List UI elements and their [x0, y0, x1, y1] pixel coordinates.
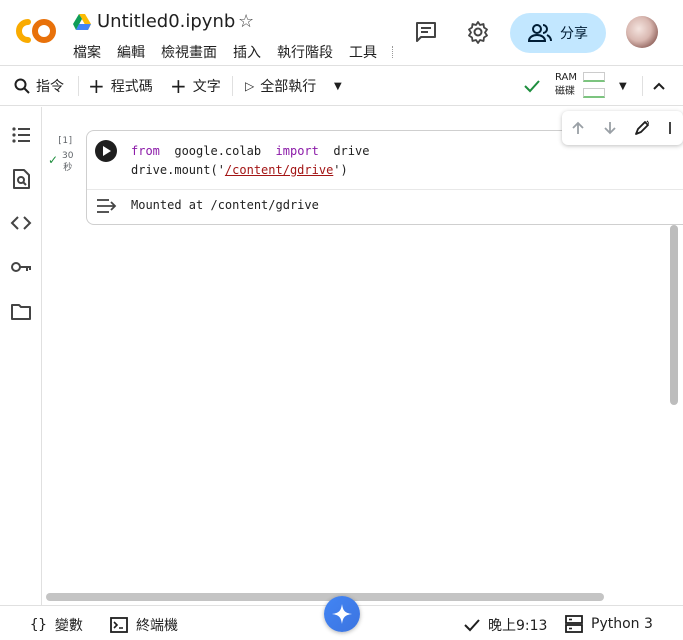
resource-monitor[interactable]: RAM 磁碟 — [555, 71, 577, 99]
execution-time-value: 30 — [62, 151, 74, 161]
braces-icon: {} — [30, 617, 47, 633]
arrow-up-icon[interactable] — [570, 120, 586, 136]
output-divider — [87, 189, 683, 190]
menu-runtime[interactable]: 執行階段 — [277, 42, 333, 62]
sparkle-icon — [332, 604, 352, 624]
run-cell-button[interactable] — [95, 140, 117, 162]
runtime-label: Python 3 — [591, 616, 653, 632]
execution-time: 30 秒 — [62, 150, 73, 174]
toolbar-divider — [78, 76, 79, 96]
variables-button[interactable]: {} 變數 — [30, 615, 83, 635]
ram-label: RAM — [555, 72, 578, 83]
code-editor[interactable]: from google.colab import drive drive.mou… — [131, 142, 369, 180]
check-icon: ✓ — [48, 153, 59, 167]
key-icon[interactable] — [10, 256, 32, 278]
toolbar: 指令 + 程式碼 + 文字 ▷ 全部執行 ▼ RAM 磁碟 ▼ — [0, 66, 683, 106]
code-module: google.colab — [174, 144, 262, 158]
text-label: 文字 — [192, 79, 221, 95]
list-icon[interactable] — [10, 124, 32, 146]
notebook-title[interactable]: Untitled0.ipynb — [97, 11, 235, 32]
code-keyword: from — [131, 144, 160, 158]
run-all-button[interactable]: ▷ 全部執行 — [245, 76, 316, 96]
chevron-down-icon: ▼ — [619, 80, 627, 92]
cell-output: Mounted at /content/gdrive — [131, 198, 319, 212]
execution-count: [1] — [57, 136, 74, 146]
header: Untitled0.ipynb ☆ 檔案 編輯 檢視畫面 插入 執行階段 工具 … — [0, 0, 683, 66]
disk-bar — [583, 88, 605, 98]
output-icon[interactable] — [95, 197, 117, 215]
colab-logo[interactable] — [14, 16, 58, 46]
avatar[interactable] — [626, 16, 658, 48]
toolbar-divider — [232, 76, 233, 96]
menu-file[interactable]: 檔案 — [73, 42, 101, 62]
variables-label: 變數 — [54, 618, 83, 634]
delete-icon[interactable] — [665, 120, 675, 136]
code-string: /content/gdrive — [224, 163, 334, 177]
disk-label: 磁碟 — [555, 86, 575, 97]
terminal-label: 終端機 — [136, 618, 178, 634]
terminal-icon — [110, 617, 128, 633]
status-bar: {} 變數 終端機 晚上9:13 Python 3 — [0, 596, 683, 640]
server-icon — [565, 615, 583, 633]
edit-icon[interactable] — [634, 120, 650, 136]
gear-icon[interactable] — [466, 20, 490, 44]
resource-dropdown[interactable]: ▼ — [619, 76, 627, 96]
code-label: 程式碼 — [110, 79, 153, 95]
menu-divider — [392, 46, 393, 58]
play-icon: ▷ — [245, 79, 255, 93]
menu-view[interactable]: 檢視畫面 — [161, 42, 217, 62]
collapse-header-button[interactable] — [652, 76, 666, 96]
vertical-scrollbar[interactable] — [670, 225, 678, 405]
code-keyword: import — [275, 144, 319, 158]
connected-status[interactable] — [524, 76, 540, 96]
notebook-area: [1] ✓ 30 秒 from google.colab import driv… — [42, 107, 683, 605]
chevron-up-icon — [653, 82, 665, 90]
plus-icon: + — [88, 74, 105, 98]
cell-toolbar — [562, 111, 683, 145]
ram-bar — [583, 72, 605, 82]
code-call-end: ') — [333, 163, 348, 177]
code-call: drive.mount(' — [131, 163, 225, 177]
terminal-button[interactable]: 終端機 — [110, 615, 178, 635]
run-all-label: 全部執行 — [260, 79, 317, 95]
saved-time: 晚上9:13 — [488, 618, 548, 634]
menu-edit[interactable]: 編輯 — [117, 42, 145, 62]
menu-insert[interactable]: 插入 — [233, 42, 261, 62]
chevron-down-icon: ▼ — [334, 80, 342, 92]
sidebar — [0, 107, 42, 605]
commands-button[interactable]: 指令 — [14, 76, 64, 96]
share-label: 分享 — [560, 26, 588, 42]
menu-bar: 檔案 編輯 檢視畫面 插入 執行階段 工具 — [73, 42, 393, 62]
find-icon[interactable] — [10, 168, 32, 190]
execution-time-unit: 秒 — [63, 163, 73, 173]
last-saved-status[interactable]: 晚上9:13 — [464, 615, 547, 635]
add-code-button[interactable]: + 程式碼 — [88, 76, 153, 96]
arrow-down-icon[interactable] — [602, 120, 618, 136]
gemini-button[interactable] — [324, 596, 360, 632]
share-button[interactable]: 分享 — [510, 13, 606, 53]
check-icon — [524, 80, 540, 93]
menu-tools[interactable]: 工具 — [349, 42, 377, 62]
folder-icon[interactable] — [10, 300, 32, 322]
commands-label: 指令 — [36, 79, 64, 95]
runtime-status[interactable]: Python 3 — [565, 615, 653, 633]
people-icon — [528, 24, 552, 42]
star-icon[interactable]: ☆ — [238, 11, 254, 32]
toolbar-divider — [642, 76, 643, 96]
plus-icon: + — [170, 74, 187, 98]
run-all-dropdown[interactable]: ▼ — [334, 76, 342, 96]
comment-icon[interactable] — [414, 20, 438, 44]
drive-icon[interactable] — [73, 14, 91, 30]
code-icon[interactable] — [10, 212, 32, 234]
code-name: drive — [333, 144, 370, 158]
search-icon — [14, 78, 30, 94]
add-text-button[interactable]: + 文字 — [170, 76, 221, 96]
check-icon — [464, 619, 480, 632]
